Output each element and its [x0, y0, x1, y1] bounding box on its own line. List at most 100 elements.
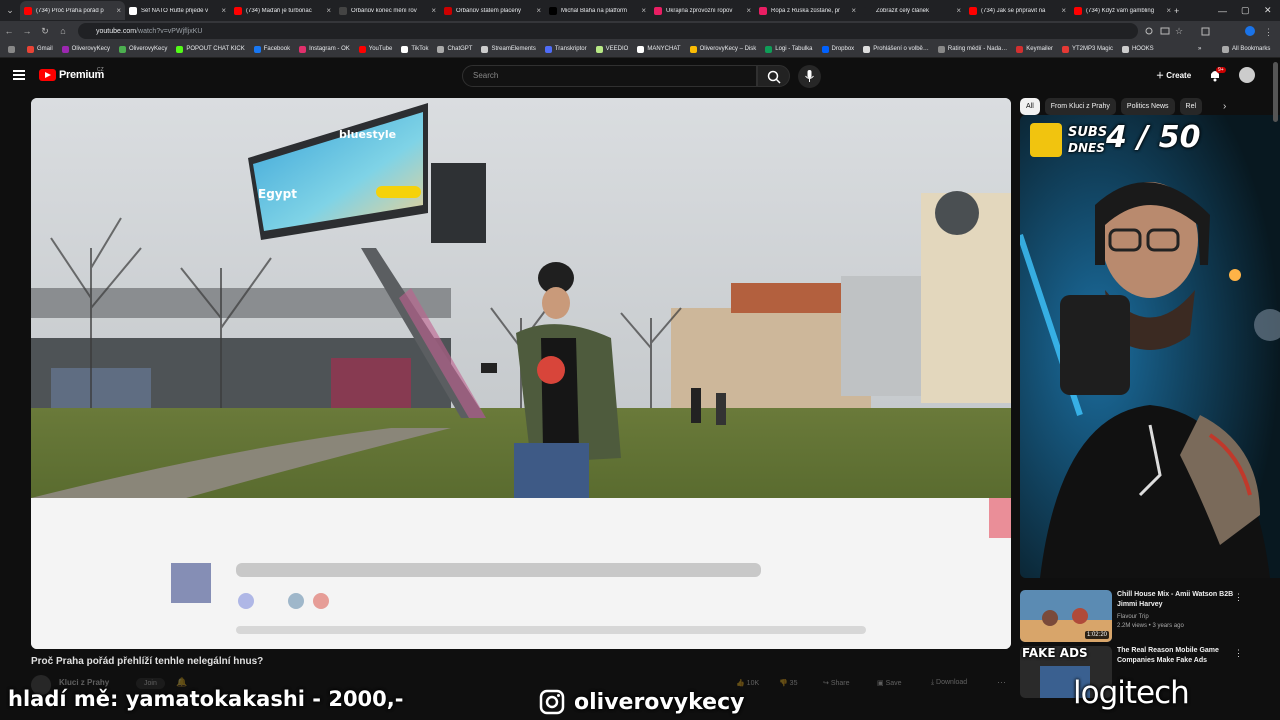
bookmark-item[interactable]: Facebook [253, 45, 290, 53]
chips-next-icon[interactable]: › [1223, 101, 1226, 112]
browser-tab[interactable]: (734) Když vám gambling × [1070, 1, 1175, 20]
bookmark-item[interactable]: ChatGPT [437, 45, 472, 53]
close-window-icon[interactable]: ✕ [1264, 0, 1272, 21]
browser-tab[interactable]: (734) Jak se připravit na × [965, 1, 1070, 20]
browser-tab[interactable]: Ukrajina zprovozní ropov × [650, 1, 755, 20]
bookmark-item[interactable]: Keymailer [1016, 45, 1053, 53]
all-bookmarks[interactable]: All Bookmarks [1222, 45, 1270, 53]
save-button[interactable]: ▣ Save [877, 679, 902, 687]
bookmark-item[interactable]: Prohlášení o volbě… [863, 45, 929, 53]
download-button[interactable]: ⤓ Download [931, 679, 967, 687]
recommendation-channel[interactable]: Flavour Trip [1117, 614, 1149, 620]
bookmark-item[interactable]: POPOUT CHAT KICK [176, 45, 245, 53]
filter-chip[interactable]: Politics News [1120, 98, 1175, 115]
browser-tab[interactable]: Ropa z Ruska zůstane, pr × [755, 1, 860, 20]
recommendation-title[interactable]: The Real Reason Mobile Game Companies Ma… [1117, 646, 1247, 666]
browser-tab[interactable]: (734) Proč Praha pořád p × [20, 1, 125, 20]
menu-icon[interactable] [13, 70, 25, 80]
filter-chip[interactable]: From Kluci z Prahy [1044, 98, 1116, 115]
bookmark-item[interactable]: Dropbox [821, 45, 854, 53]
create-button[interactable]: ＋ Create [1148, 66, 1199, 86]
bookmark-item[interactable]: Gmail [27, 45, 53, 53]
tab-close-icon[interactable]: × [221, 6, 226, 15]
share-button[interactable]: ↪ Share [823, 679, 850, 687]
filter-chip[interactable]: Rel [1179, 98, 1203, 115]
bookmark-icon [765, 45, 773, 53]
apps-icon[interactable] [8, 45, 18, 53]
bookmark-item[interactable]: OliverovyKecy [61, 45, 110, 53]
tab-favicon [969, 6, 977, 15]
search-button[interactable] [757, 65, 790, 87]
video-player[interactable]: bluestyle Egypt [31, 98, 1011, 649]
bookmark-item[interactable]: OliverovyKecy [119, 45, 167, 53]
recommendation-thumbnail[interactable]: 1:02:20 [1020, 590, 1112, 642]
like-button[interactable]: 👍 10K [736, 679, 759, 687]
search-input[interactable]: Search [462, 65, 757, 87]
bookmark-item[interactable]: TikTok [401, 45, 428, 53]
toolbar-icons: ☆ ⋮ [1145, 26, 1273, 37]
tab-favicon [339, 6, 347, 15]
bookmark-item[interactable]: Transkriptor [544, 45, 587, 53]
minimize-icon[interactable]: — [1218, 0, 1227, 21]
bookmark-item[interactable]: OliverovyKecy – Disk [689, 45, 756, 53]
browser-tab[interactable]: Zobrazit celý článek × [860, 1, 965, 20]
browser-tab[interactable]: (734) Maďaři je turbonac × [230, 1, 335, 20]
profile-icon [1245, 26, 1255, 36]
reload-icon[interactable]: ↻ [36, 26, 54, 37]
download-label: Download [936, 679, 968, 686]
back-icon[interactable]: ← [0, 26, 18, 36]
browser-tab[interactable]: Šéf NATO Rutte přijede v × [125, 1, 230, 20]
bookmark-item[interactable]: YT2MP3 Magic [1061, 45, 1113, 53]
browser-tab[interactable]: Orbánův konec mění rov × [335, 1, 440, 20]
recommendation-title[interactable]: Chill House Mix - Amii Watson B2B Jimmi … [1117, 590, 1247, 610]
filter-chip[interactable]: All [1020, 98, 1040, 115]
bookmarks-overflow-icon[interactable]: » [1198, 46, 1201, 52]
tab-favicon [24, 6, 32, 15]
more-actions-icon[interactable]: ⋯ [997, 677, 1006, 688]
new-tab-button[interactable]: + [1174, 0, 1179, 21]
address-bar[interactable]: youtube.com/watch?v=vPWjfljxKU [78, 23, 1138, 39]
recommendation-item[interactable]: 1:02:20 Chill House Mix - Amii Watson B2… [1020, 590, 1280, 642]
bookmark-item[interactable]: MANYCHAT [637, 45, 681, 53]
tab-close-icon[interactable]: × [536, 6, 541, 15]
bookmark-item[interactable]: Instagram - OK [299, 45, 350, 53]
browser-tab[interactable]: Michal Bláha na platform × [545, 1, 650, 20]
bookmark-item[interactable]: HOOKS [1121, 45, 1154, 53]
forward-icon[interactable]: → [18, 26, 36, 36]
tab-close-icon[interactable]: × [1166, 6, 1171, 15]
thumbs-down-icon: 👎 [779, 680, 790, 687]
channel-name[interactable]: Kluci z Prahy [59, 678, 109, 687]
page-scrollbar[interactable] [1273, 62, 1278, 122]
tab-close-icon[interactable]: × [326, 6, 331, 15]
home-icon[interactable]: ⌂ [54, 26, 72, 36]
bookmark-label: VEEDIO [605, 46, 629, 52]
recommendation-menu-icon[interactable]: ⋮ [1234, 648, 1243, 659]
dislike-button[interactable]: 👎 35 [779, 679, 797, 687]
bookmark-item[interactable]: VEEDIO [595, 45, 629, 53]
bookmark-icon [119, 45, 127, 53]
tab-close-icon[interactable]: × [641, 6, 646, 15]
tab-close-icon[interactable]: × [1061, 6, 1066, 15]
recommendation-menu-icon[interactable]: ⋮ [1234, 592, 1243, 603]
tab-close-icon[interactable]: × [746, 6, 751, 15]
tab-close-icon[interactable]: × [851, 6, 856, 15]
url-host: youtube.com [96, 27, 137, 35]
voice-search-button[interactable] [798, 65, 821, 88]
extensions-icon [1201, 27, 1210, 36]
bookmark-item[interactable]: YouTube [358, 45, 392, 53]
bookmark-item[interactable]: Rating médií - Nada… [937, 45, 1007, 53]
tab-favicon [1074, 6, 1082, 15]
maximize-icon[interactable]: ▢ [1241, 0, 1250, 21]
account-avatar[interactable] [1239, 67, 1255, 83]
tab-close-icon[interactable]: × [956, 6, 961, 15]
tab-close-icon[interactable]: × [116, 6, 121, 15]
cast-icon [1160, 27, 1170, 35]
youtube-logo[interactable]: Premium [39, 69, 104, 81]
recommendation-meta: 2.2M views • 3 years ago [1117, 623, 1184, 629]
tab-search-icon[interactable]: ⌄ [0, 0, 20, 21]
browser-tab[interactable]: Orbánův státem placený × [440, 1, 545, 20]
tab-title: (734) Proč Praha pořád p [36, 7, 104, 14]
bookmark-item[interactable]: Logi - Tabulka [765, 45, 813, 53]
tab-close-icon[interactable]: × [431, 6, 436, 15]
bookmark-item[interactable]: StreamElements [481, 45, 536, 53]
